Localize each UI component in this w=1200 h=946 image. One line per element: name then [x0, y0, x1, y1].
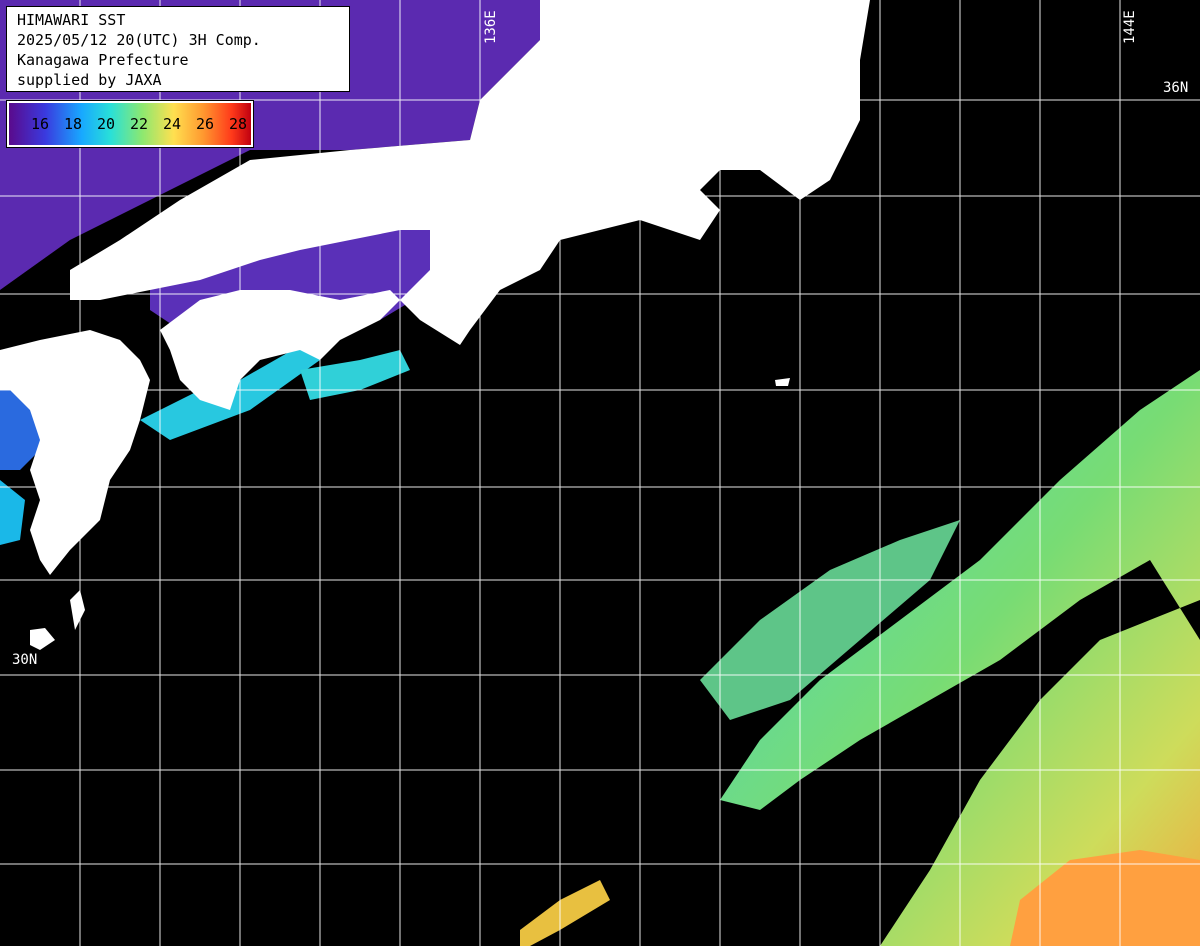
legend-label: 20 [97, 115, 116, 133]
map-info-box: HIMAWARI SST 2025/05/12 20(UTC) 3H Comp.… [6, 6, 350, 92]
legend-label: 16 [31, 115, 50, 133]
map-region: Kanagawa Prefecture [17, 51, 189, 69]
legend-label: 28 [229, 115, 248, 133]
legend-label: 18 [64, 115, 83, 133]
temperature-legend: 16 18 20 22 24 26 28 [6, 100, 254, 148]
legend-label: 22 [130, 115, 149, 133]
lat-label-30n: 30N [12, 652, 38, 668]
legend-label: 24 [163, 115, 182, 133]
lon-label-144e: 144E [1122, 10, 1138, 44]
lon-label-136e: 136E [483, 10, 499, 44]
map-credit: supplied by JAXA [17, 71, 162, 89]
map-title: HIMAWARI SST [17, 11, 126, 29]
legend-labels: 16 18 20 22 24 26 28 [31, 115, 262, 133]
map-datetime: 2025/05/12 20(UTC) 3H Comp. [17, 31, 261, 49]
legend-label: 26 [196, 115, 215, 133]
lat-label-36n: 36N [1163, 80, 1189, 96]
